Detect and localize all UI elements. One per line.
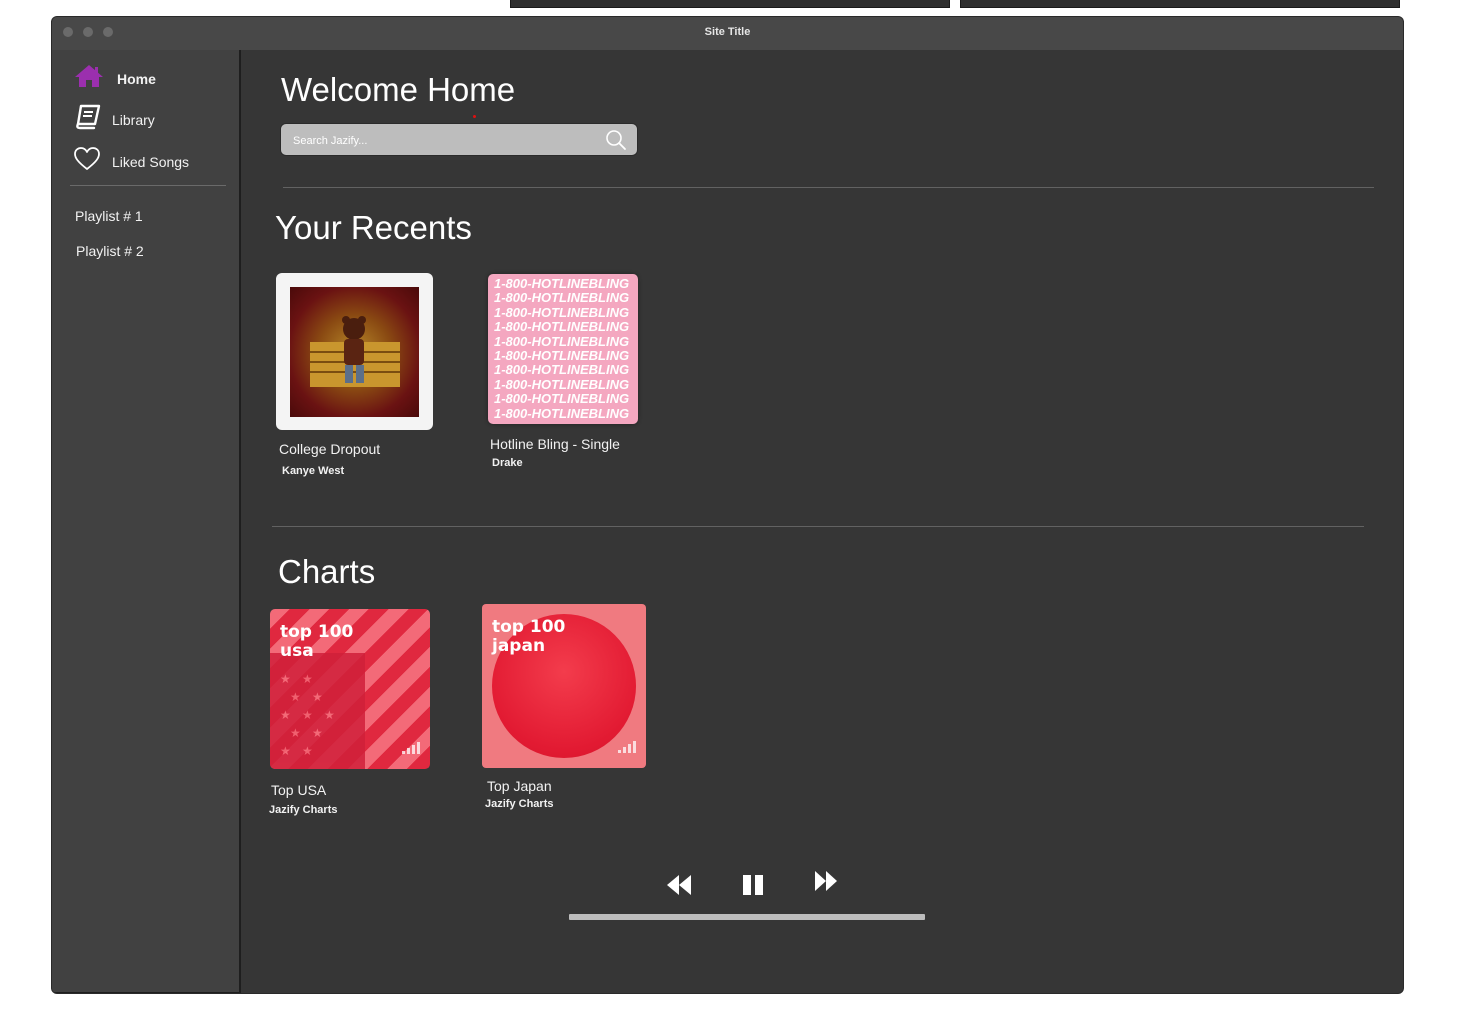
svg-text:★: ★ bbox=[290, 726, 301, 740]
sidebar-divider bbox=[70, 185, 226, 186]
equalizer-logo-icon bbox=[402, 741, 420, 759]
fast-forward-icon[interactable] bbox=[813, 869, 839, 898]
chart-art-label: top 100 bbox=[492, 617, 566, 637]
album-art-text: 1-800-HOTLINEBLING bbox=[494, 319, 630, 335]
album-cover-image bbox=[290, 287, 419, 417]
album-art-text: 1-800-HOTLINEBLING bbox=[494, 290, 630, 306]
svg-text:★: ★ bbox=[302, 672, 313, 686]
album-art-text: 1-800-HOTLINEBLING bbox=[494, 348, 630, 363]
album-art-text: 1-800-HOTLINEBLING bbox=[494, 376, 630, 392]
recents-heading: Your Recents bbox=[275, 209, 472, 246]
svg-text:★: ★ bbox=[280, 672, 291, 686]
sidebar-item-label: Library bbox=[112, 111, 155, 128]
home-icon bbox=[74, 64, 104, 93]
sidebar-item-playlist-1[interactable]: Playlist # 1 bbox=[75, 208, 143, 224]
recent-artist-drake[interactable]: Drake bbox=[492, 457, 523, 469]
background-window-bar-left bbox=[510, 0, 950, 8]
window-title: Site Title bbox=[704, 26, 751, 38]
svg-text:★: ★ bbox=[280, 744, 291, 758]
album-art-hotline-bling[interactable]: 1-800-HOTLINEBLING 1-800-HOTLINEBLING 1-… bbox=[488, 274, 638, 424]
book-icon bbox=[74, 104, 102, 135]
stars-pattern: ★ ★ ★ ★ ★ ★ ★ ★ ★ ★ ★ bbox=[270, 653, 365, 769]
equalizer-logo-icon bbox=[618, 740, 636, 758]
sidebar: Home Library Liked Songs Playlist # 1 Pl… bbox=[52, 50, 241, 993]
section-divider bbox=[283, 187, 1374, 188]
svg-text:★: ★ bbox=[280, 708, 291, 722]
pause-icon[interactable] bbox=[742, 874, 766, 901]
recent-artist-kanye-west[interactable]: Kanye West bbox=[282, 465, 344, 477]
album-art-text: 1-800-HOTLINEBLING bbox=[494, 333, 630, 349]
chart-subtitle[interactable]: Jazify Charts bbox=[485, 798, 553, 810]
sidebar-item-library[interactable]: Library bbox=[74, 104, 155, 135]
album-art-text: 1-800-HOTLINEBLING bbox=[494, 304, 630, 320]
album-art-college-dropout[interactable] bbox=[276, 273, 433, 430]
recent-title-college-dropout[interactable]: College Dropout bbox=[279, 441, 380, 457]
rewind-icon[interactable] bbox=[665, 873, 693, 902]
search-input[interactable] bbox=[291, 132, 595, 150]
section-divider bbox=[272, 526, 1364, 527]
sidebar-item-label: Liked Songs bbox=[112, 153, 190, 170]
svg-text:★: ★ bbox=[312, 690, 323, 704]
sidebar-item-home[interactable]: Home bbox=[74, 64, 156, 93]
chart-title-top-usa[interactable]: Top USA bbox=[271, 782, 326, 798]
sidebar-item-liked-songs[interactable]: Liked Songs bbox=[73, 146, 189, 177]
album-art-text: 1-800-HOTLINEBLING bbox=[494, 391, 630, 407]
album-art-text: 1-800-HOTLINEBLING bbox=[494, 362, 630, 378]
svg-text:★: ★ bbox=[290, 690, 301, 704]
chart-art-label: usa bbox=[280, 641, 314, 661]
chart-art-top-japan[interactable]: top 100 japan bbox=[482, 604, 646, 768]
background-window-bar-right bbox=[960, 0, 1400, 8]
svg-text:★: ★ bbox=[302, 708, 313, 722]
recent-title-hotline-bling[interactable]: Hotline Bling - Single bbox=[490, 436, 620, 452]
search-icon[interactable] bbox=[605, 129, 627, 156]
chart-title-top-japan[interactable]: Top Japan bbox=[487, 778, 552, 794]
svg-text:★: ★ bbox=[324, 708, 335, 722]
chart-subtitle[interactable]: Jazify Charts bbox=[269, 804, 337, 816]
page-title: Welcome Home bbox=[281, 71, 516, 108]
app-window: Site Title Home Library Liked Songs Play… bbox=[52, 17, 1403, 993]
playback-progress-bar[interactable] bbox=[569, 914, 925, 920]
chart-art-label: japan bbox=[492, 636, 546, 656]
svg-text:★: ★ bbox=[312, 726, 323, 740]
chart-art-top-usa[interactable]: ★ ★ ★ ★ ★ ★ ★ ★ ★ ★ ★ top 100 usa bbox=[270, 609, 430, 769]
title-bar: Site Title bbox=[52, 17, 1403, 50]
svg-text:★: ★ bbox=[302, 744, 313, 758]
heart-icon bbox=[73, 146, 101, 177]
red-dot-marker bbox=[473, 115, 476, 118]
chart-art-label: top 100 bbox=[280, 622, 354, 642]
charts-heading: Charts bbox=[278, 553, 376, 590]
album-art-text: 1-800-HOTLINEBLING bbox=[494, 405, 630, 421]
album-art-text: 1-800-HOTLINEBLING bbox=[494, 276, 630, 291]
search-bar bbox=[280, 123, 638, 156]
sidebar-item-label: Home bbox=[117, 70, 156, 87]
sidebar-item-playlist-2[interactable]: Playlist # 2 bbox=[76, 243, 144, 259]
